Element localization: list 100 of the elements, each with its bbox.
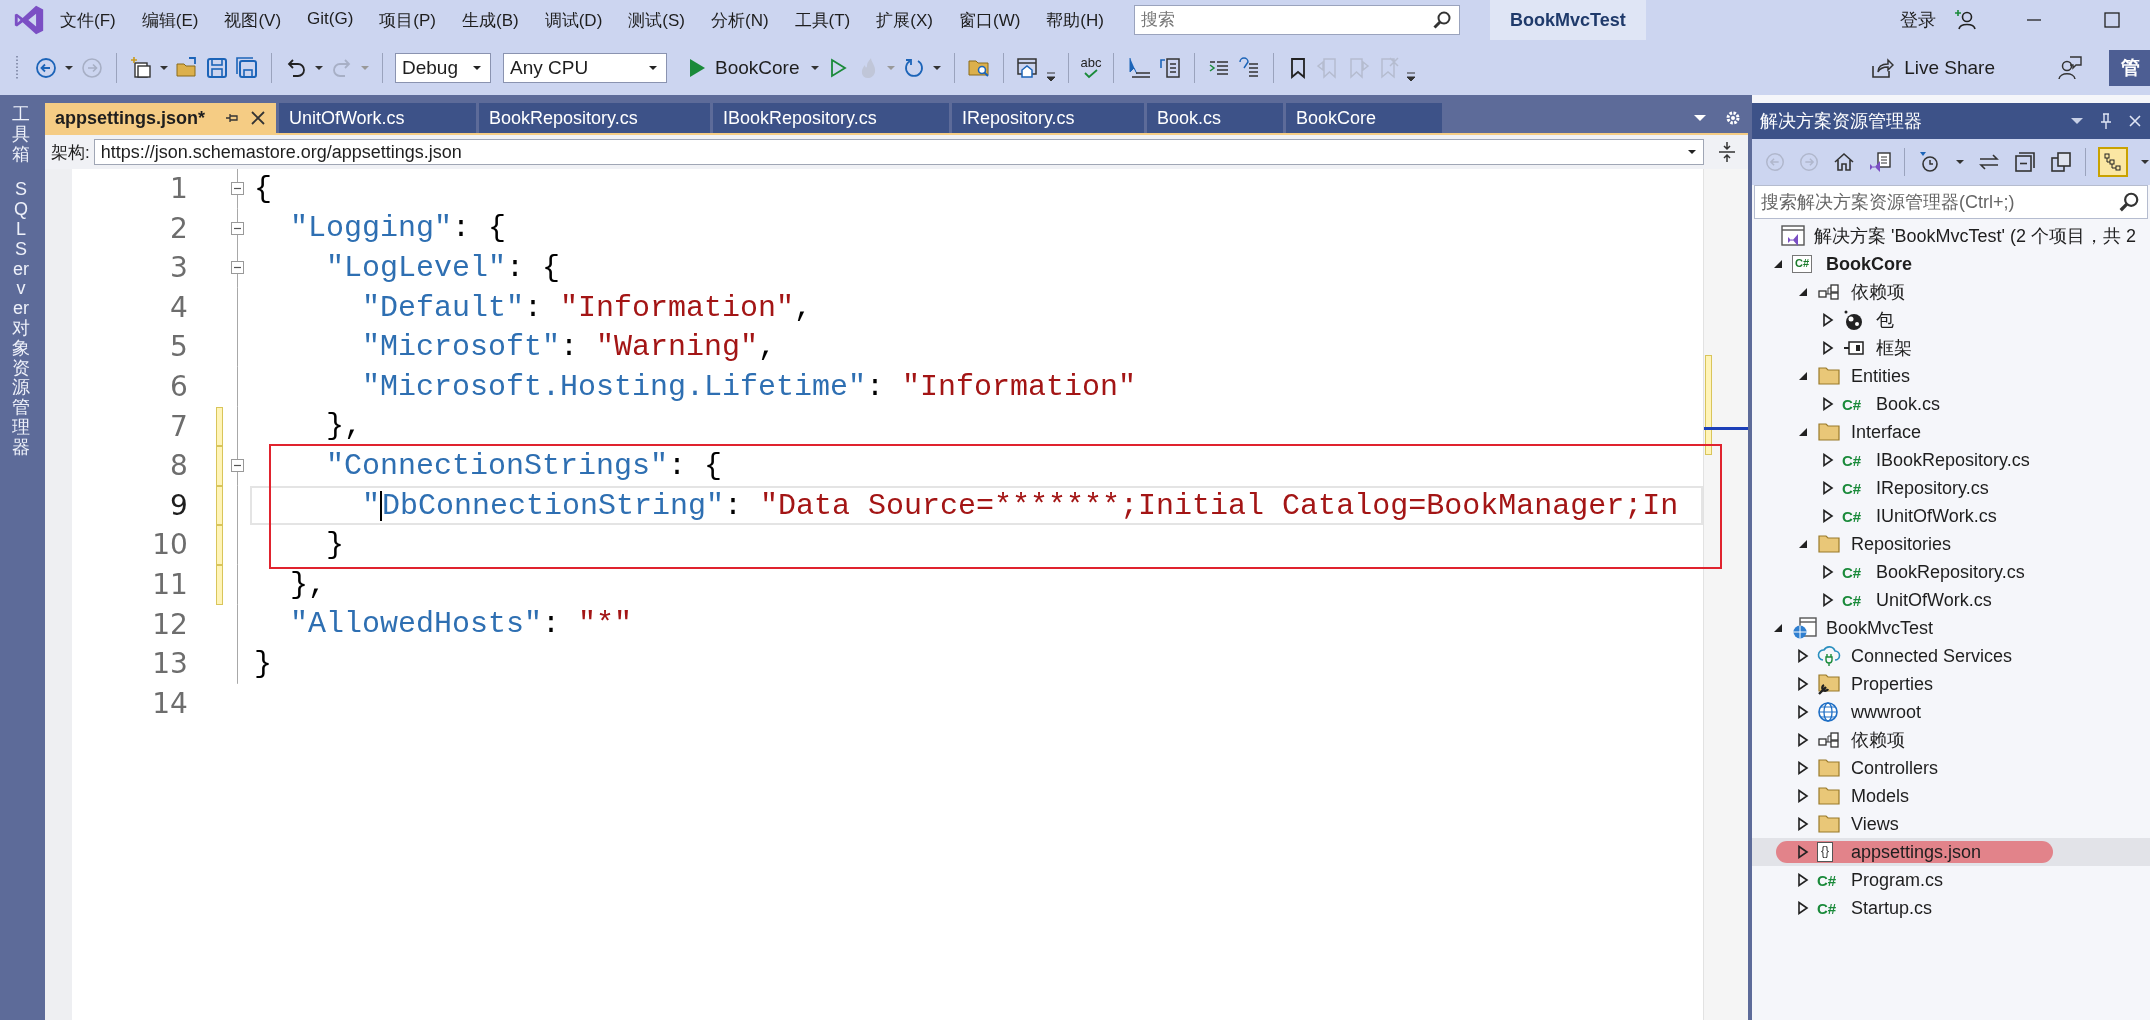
menu-item[interactable]: 调试(D) — [544, 8, 603, 32]
tree-item[interactable]: BookMvcTest — [1752, 614, 2150, 642]
tree-item[interactable]: C# BookRepository.cs — [1752, 558, 2150, 586]
pin-icon[interactable] — [2098, 112, 2114, 130]
tree-item[interactable]: Repositories — [1752, 530, 2150, 558]
tree-item[interactable]: wwwroot — [1752, 698, 2150, 726]
tree-item[interactable]: Entities — [1752, 362, 2150, 390]
side-panel-tab[interactable]: SQL Server 对象资源管理器 — [11, 180, 30, 458]
expanded-icon[interactable] — [1797, 370, 1809, 382]
schema-dropdown[interactable]: https://json.schemastore.org/appsettings.json — [93, 139, 1704, 165]
search-field[interactable]: 搜索 — [1133, 5, 1460, 35]
tree-item[interactable]: Models — [1752, 782, 2150, 810]
search-field[interactable]: 搜索解决方案资源管理器(Ctrl+;) — [1754, 185, 2148, 219]
menu-item[interactable]: 编辑(E) — [141, 8, 199, 32]
tree-item[interactable]: C# IUnitOfWork.cs — [1752, 502, 2150, 530]
document-tab[interactable]: BookRepository.cs — [478, 103, 710, 133]
tree-item[interactable]: C# Startup.cs — [1752, 894, 2150, 922]
document-tab[interactable]: IRepository.cs — [951, 103, 1144, 133]
menu-item[interactable]: 生成(B) — [462, 8, 519, 32]
tree-item[interactable]: 依赖项 — [1752, 726, 2150, 754]
copy-icon[interactable] — [2049, 150, 2073, 174]
tree-item[interactable]: Interface — [1752, 418, 2150, 446]
collapsed-icon[interactable] — [1797, 677, 1809, 691]
tree-item[interactable]: C# IBookRepository.cs — [1752, 446, 2150, 474]
collapsed-icon[interactable] — [1797, 817, 1809, 831]
scroll-bar[interactable] — [1703, 169, 1748, 1020]
dropdown-caret-icon[interactable] — [1955, 157, 1965, 167]
tree-item[interactable]: Views — [1752, 810, 2150, 838]
expanded-icon[interactable] — [1797, 538, 1809, 550]
split-icon[interactable] — [1716, 140, 1738, 164]
collapse-icon[interactable] — [231, 221, 245, 235]
collapsed-icon[interactable] — [1797, 789, 1809, 803]
collapse-all-icon[interactable] — [2013, 150, 2037, 174]
feedback-icon[interactable] — [2057, 54, 2083, 81]
new-item-icon[interactable] — [129, 55, 153, 80]
tree-item[interactable]: 依赖项 — [1752, 278, 2150, 306]
expanded-icon[interactable] — [1797, 286, 1809, 298]
menu-item[interactable]: 视图(V) — [224, 8, 282, 32]
save-all-icon[interactable] — [235, 55, 259, 80]
collapsed-icon[interactable] — [1822, 565, 1834, 579]
collapsed-icon[interactable] — [1822, 509, 1834, 523]
collapsed-icon[interactable] — [1797, 761, 1809, 775]
menu-item[interactable]: 项目(P) — [379, 8, 436, 32]
tab-list-caret-icon[interactable] — [1693, 113, 1707, 123]
pointer-icon[interactable] — [1126, 55, 1153, 80]
start-button[interactable]: BookCore — [683, 56, 804, 79]
side-panel-tab[interactable]: 工具箱 — [11, 105, 30, 165]
document-tab[interactable]: IBookRepository.cs — [712, 103, 949, 133]
tree-item[interactable]: {} appsettings.json — [1752, 838, 2150, 866]
collapsed-icon[interactable] — [1797, 873, 1809, 887]
maximize-icon[interactable] — [2102, 10, 2122, 30]
configuration-dropdown[interactable]: Debug — [395, 52, 491, 83]
solution-view-icon[interactable] — [1868, 150, 1892, 174]
settings-icon[interactable] — [1724, 109, 1742, 127]
collapsed-icon[interactable] — [1822, 313, 1834, 327]
tree-item[interactable]: C# BookCore — [1752, 250, 2150, 278]
toolbar-grip-icon[interactable] — [14, 53, 20, 82]
document-tab[interactable]: Book.cs — [1146, 103, 1283, 133]
tree-item[interactable]: Controllers — [1752, 754, 2150, 782]
menu-item[interactable]: 帮助(H) — [1046, 8, 1104, 32]
tree-item[interactable]: 包 — [1752, 306, 2150, 334]
collapsed-icon[interactable] — [1822, 397, 1834, 411]
menu-item[interactable]: Git(G) — [307, 8, 354, 32]
menu-item[interactable]: 分析(N) — [710, 8, 769, 32]
sign-in-link[interactable]: 登录 — [1900, 8, 1936, 32]
collapsed-icon[interactable] — [1822, 453, 1834, 467]
close-icon[interactable] — [249, 110, 266, 126]
menu-item[interactable]: 扩展(X) — [876, 8, 933, 32]
document-tab[interactable]: BookCore — [1285, 103, 1442, 133]
expanded-icon[interactable] — [1772, 622, 1784, 634]
live-share-button[interactable]: Live Share — [1864, 54, 2001, 81]
collapsed-icon[interactable] — [1822, 341, 1834, 355]
collapse-icon[interactable] — [231, 182, 245, 196]
panel-menu-caret-icon[interactable] — [2070, 116, 2084, 126]
home-icon[interactable] — [1832, 150, 1856, 174]
menu-item[interactable]: 文件(F) — [60, 8, 116, 32]
document-tab[interactable]: UnitOfWork.cs — [278, 103, 476, 133]
collapse-icon[interactable] — [231, 261, 245, 275]
collapse-icon[interactable] — [231, 459, 245, 473]
tree-item[interactable]: C# Book.cs — [1752, 390, 2150, 418]
tree-item[interactable]: C# Program.cs — [1752, 866, 2150, 894]
collapsed-icon[interactable] — [1822, 593, 1834, 607]
account-icon[interactable] — [1954, 8, 1978, 32]
menu-item[interactable]: 窗口(W) — [958, 8, 1021, 32]
tree-item[interactable]: C# UnitOfWork.cs — [1752, 586, 2150, 614]
collapsed-icon[interactable] — [1797, 649, 1809, 663]
collapsed-icon[interactable] — [1822, 481, 1834, 495]
collapsed-icon[interactable] — [1797, 845, 1809, 859]
expanded-icon[interactable] — [1797, 426, 1809, 438]
collapsed-icon[interactable] — [1797, 901, 1809, 915]
document-lines-icon[interactable] — [1158, 55, 1183, 80]
tree-item[interactable]: 框架 — [1752, 334, 2150, 362]
back-icon[interactable] — [34, 55, 58, 80]
menu-item[interactable]: 测试(S) — [628, 8, 685, 32]
collapsed-icon[interactable] — [1797, 733, 1809, 747]
tree-item[interactable]: C# IRepository.cs — [1752, 474, 2150, 502]
expanded-icon[interactable] — [1772, 258, 1784, 270]
close-icon[interactable] — [2128, 114, 2142, 128]
collapsed-icon[interactable] — [1797, 705, 1809, 719]
admin-button[interactable]: 管 — [2109, 49, 2150, 86]
